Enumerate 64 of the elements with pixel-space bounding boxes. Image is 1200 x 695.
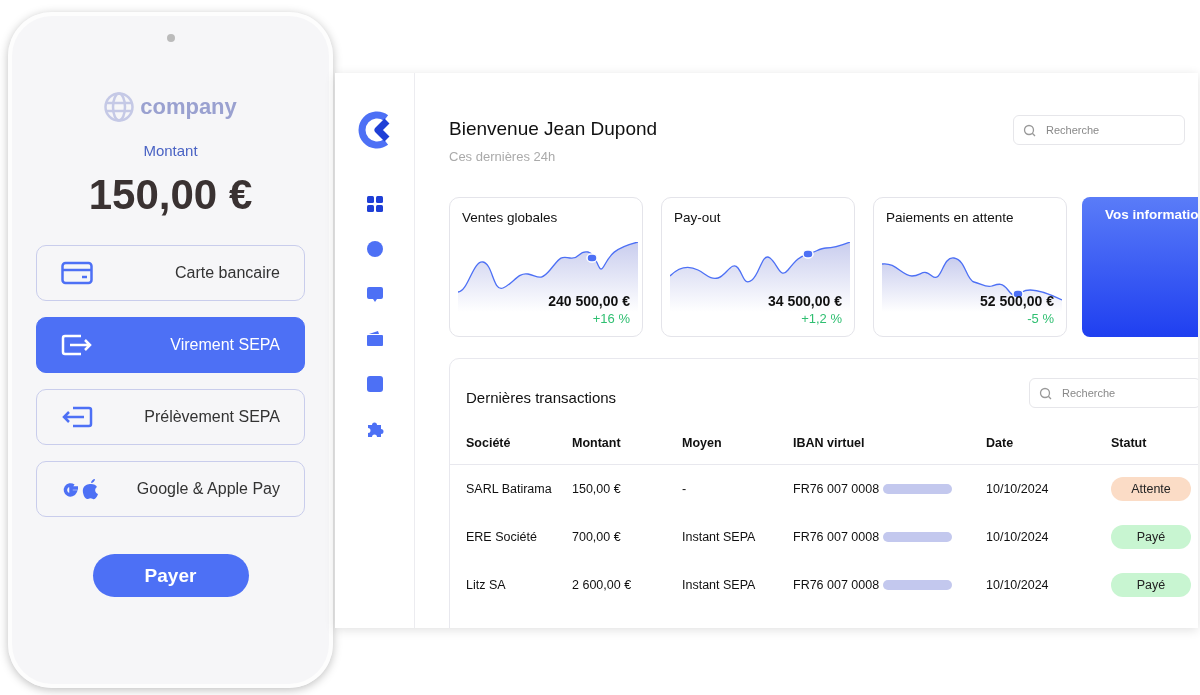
section-title: Dernières transactions xyxy=(466,388,617,406)
payment-method-option[interactable]: Google & Apple Pay xyxy=(36,461,305,517)
table-cell-text: 700,00 € xyxy=(572,529,622,546)
card-icon xyxy=(61,261,93,285)
camera-dot xyxy=(166,34,175,42)
table-cell-text: SARL Batirama xyxy=(465,481,553,498)
circle-icon[interactable] xyxy=(365,240,384,258)
table-cell-text: Instant SEPA xyxy=(682,577,757,594)
iban-text: FR76 007 0008 xyxy=(793,578,880,592)
search-icon xyxy=(1023,124,1036,137)
welcome-heading: Bienvenue Jean Dupond xyxy=(449,118,658,140)
table-cell-text: 10/10/2024 xyxy=(986,577,1050,594)
card-change: +16 % xyxy=(592,311,630,326)
iban-text: FR76 007 0008 xyxy=(793,530,880,544)
table-cell-text: ERE Société xyxy=(465,529,538,546)
search-icon xyxy=(1039,387,1052,400)
payment-method-option[interactable]: Prélèvement SEPA xyxy=(36,389,305,445)
table-cell-text: Instant SEPA xyxy=(682,529,757,546)
grid-icon[interactable] xyxy=(365,195,384,213)
google-apple-icon xyxy=(61,477,101,501)
card-title: Paiements en attente xyxy=(886,210,1014,225)
search-field[interactable]: Recherche xyxy=(1013,115,1185,145)
column-header: IBAN virtuel xyxy=(793,426,986,465)
card-value: 52 500,00 € xyxy=(980,293,1054,309)
table-cell-text: 150,00 € xyxy=(572,481,622,498)
period-subtitle: Ces dernières 24h xyxy=(449,149,557,164)
table-cell-text: 10/10/2024 xyxy=(986,481,1050,498)
table-cell-text: 10/10/2024 xyxy=(986,529,1050,546)
table-cell-text: Litz SA xyxy=(465,577,507,594)
amount-label: Montant xyxy=(143,142,198,159)
column-header: Montant xyxy=(572,426,682,465)
payment-method-option[interactable]: Virement SEPA xyxy=(36,317,305,373)
wallet-icon[interactable] xyxy=(365,330,384,348)
status-badge: Payé xyxy=(1111,525,1191,549)
pay-button[interactable]: Payer xyxy=(92,554,249,597)
payment-method-option[interactable]: Carte bancaire xyxy=(36,245,305,301)
amount-value: 150,00 € xyxy=(88,171,253,219)
column-header: Moyen xyxy=(682,426,793,465)
status-badge: Payé xyxy=(1111,573,1191,597)
transfer-out-icon xyxy=(61,333,93,357)
card-change: -5 % xyxy=(1027,311,1054,326)
card-value: 34 500,00 € xyxy=(768,293,842,309)
card-title: Pay-out xyxy=(674,210,721,225)
chat-icon[interactable] xyxy=(365,285,384,303)
column-header: Date xyxy=(986,426,1111,465)
search-field[interactable]: Recherche xyxy=(1029,378,1198,408)
transfer-in-icon xyxy=(61,405,93,429)
table-cell-text: 2 600,00 € xyxy=(572,577,633,594)
redacted-bar xyxy=(883,580,953,590)
info-card[interactable]: Vos informatio xyxy=(1082,197,1198,337)
iban-text: FR76 007 0008 xyxy=(793,482,880,496)
card-value: 240 500,00 € xyxy=(548,293,630,309)
globe-icon xyxy=(104,92,135,122)
square-icon[interactable] xyxy=(365,375,384,393)
redacted-bar xyxy=(883,532,953,542)
company-logo-text: company xyxy=(140,94,237,120)
column-header: Société xyxy=(450,426,572,465)
status-badge: Attente xyxy=(1111,477,1191,501)
table-cell-text: - xyxy=(682,481,688,498)
redacted-bar xyxy=(883,484,953,494)
card-change: +1,2 % xyxy=(801,311,842,326)
column-header: Statut xyxy=(1111,426,1198,465)
card-title: Ventes globales xyxy=(462,210,558,225)
puzzle-icon[interactable] xyxy=(365,420,384,438)
